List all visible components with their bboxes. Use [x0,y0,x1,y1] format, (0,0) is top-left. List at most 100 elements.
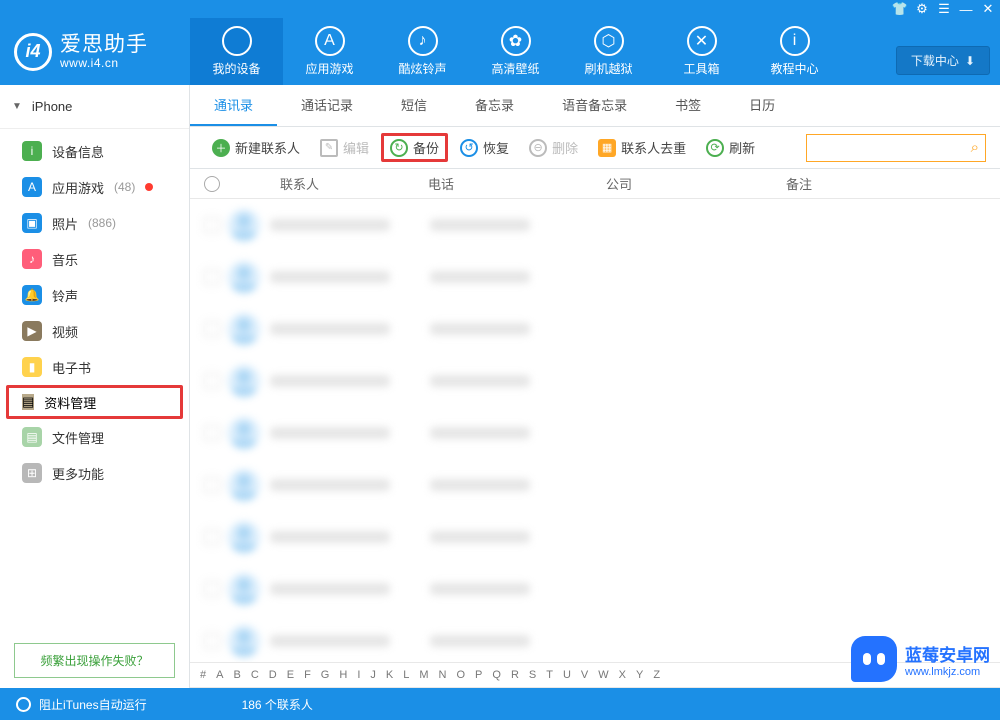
alpha-letter[interactable]: B [233,669,240,681]
alpha-letter[interactable]: I [357,669,360,681]
row-checkbox[interactable] [204,581,220,597]
tab[interactable]: 语音备忘录 [538,85,651,126]
delete-button[interactable]: ⊖ 删除 [521,134,586,161]
row-checkbox[interactable] [204,217,220,233]
nav-item[interactable]: 我的设备 [190,18,283,85]
alpha-letter[interactable]: J [370,669,376,681]
alpha-letter[interactable]: P [475,669,482,681]
table-row[interactable] [190,563,1000,615]
tab[interactable]: 书签 [651,85,725,126]
alpha-letter[interactable]: V [581,669,588,681]
new-contact-button[interactable]: ＋ 新建联系人 [204,134,308,161]
alpha-letter[interactable]: H [339,669,347,681]
nav-icon: ✕ [687,26,717,56]
alpha-letter[interactable]: O [456,669,465,681]
alpha-letter[interactable]: K [386,669,393,681]
sidebar-item[interactable]: ▤文件管理 [0,419,189,455]
tab[interactable]: 日历 [725,85,799,126]
tab[interactable]: 备忘录 [451,85,538,126]
download-center-button[interactable]: 下载中心 ⬇ [896,46,990,75]
nav-item[interactable]: ✿高清壁纸 [469,18,562,85]
nav-label: 我的设备 [212,60,260,77]
contact-list [190,199,1000,662]
table-row[interactable] [190,407,1000,459]
alpha-letter[interactable]: E [287,669,294,681]
row-checkbox[interactable] [204,425,220,441]
search-icon[interactable]: ⌕ [971,139,979,156]
dedup-button[interactable]: ▦ 联系人去重 [590,134,694,161]
backup-button[interactable]: ↻ 备份 [390,138,439,157]
alpha-letter[interactable]: Q [492,669,501,681]
sidebar-item[interactable]: 🔔铃声 [0,277,189,313]
alpha-letter[interactable]: X [619,669,626,681]
sidebar-item[interactable]: ▮电子书 [0,349,189,385]
theme-icon[interactable]: 👕 [892,1,908,17]
sidebar-label: 资料管理 [44,393,96,412]
alpha-letter[interactable]: G [321,669,330,681]
alpha-letter[interactable]: L [403,669,409,681]
status-itunes-label: 阻止iTunes自动运行 [39,696,147,713]
sidebar-item[interactable]: A应用游戏(48) [0,169,189,205]
edit-button[interactable]: ✎ 编辑 [312,134,377,161]
tab[interactable]: 短信 [377,85,451,126]
refresh-button[interactable]: ⟳ 刷新 [698,134,763,161]
row-checkbox[interactable] [204,477,220,493]
col-company[interactable]: 公司 [606,174,786,193]
alpha-letter[interactable]: R [511,669,519,681]
close-icon[interactable]: ✕ [980,1,996,17]
alpha-letter[interactable]: M [419,669,428,681]
nav-item[interactable]: ⬡刷机越狱 [562,18,655,85]
table-row[interactable] [190,511,1000,563]
nav-item[interactable]: ✕工具箱 [655,18,748,85]
table-row[interactable] [190,355,1000,407]
alpha-letter[interactable]: # [200,669,206,681]
alpha-letter[interactable]: Z [653,669,660,681]
nav-item[interactable]: i教程中心 [748,18,841,85]
troubleshoot-link[interactable]: 频繁出现操作失败？ [14,643,175,678]
nav-item[interactable]: ♪酷炫铃声 [376,18,469,85]
alpha-letter[interactable]: Y [636,669,643,681]
table-row[interactable] [190,459,1000,511]
alpha-letter[interactable]: A [216,669,223,681]
row-checkbox[interactable] [204,633,220,649]
table-row[interactable] [190,251,1000,303]
sidebar-item[interactable]: ▤资料管理 [6,385,183,419]
sidebar-item[interactable]: ♪音乐 [0,241,189,277]
backup-icon: ↻ [390,139,408,157]
sidebar-item[interactable]: ⊞更多功能 [0,455,189,491]
gear-icon[interactable]: ⚙ [914,1,930,17]
alpha-letter[interactable]: W [598,669,608,681]
col-phone[interactable]: 电话 [428,174,606,193]
search-input[interactable] [813,141,971,155]
alpha-letter[interactable]: U [563,669,571,681]
status-left[interactable]: 阻止iTunes自动运行 [16,696,147,713]
contact-name [270,271,390,283]
sidebar-item[interactable]: i设备信息 [0,133,189,169]
alpha-letter[interactable]: T [546,669,553,681]
table-row[interactable] [190,199,1000,251]
select-all-checkbox[interactable] [204,176,220,192]
tab[interactable]: 通讯录 [190,85,277,126]
restore-button[interactable]: ↺ 恢复 [452,134,517,161]
tab[interactable]: 通话记录 [277,85,377,126]
row-checkbox[interactable] [204,373,220,389]
row-checkbox[interactable] [204,321,220,337]
alpha-letter[interactable]: N [439,669,447,681]
search-box[interactable]: ⌕ [806,134,986,162]
alpha-letter[interactable]: D [269,669,277,681]
download-center-label: 下载中心 [911,52,959,69]
sidebar-item[interactable]: ▣照片(886) [0,205,189,241]
col-note[interactable]: 备注 [786,174,1000,193]
row-checkbox[interactable] [204,269,220,285]
nav-item[interactable]: A应用游戏 [283,18,376,85]
col-contact[interactable]: 联系人 [234,174,428,193]
alpha-letter[interactable]: S [529,669,536,681]
sidebar-item[interactable]: ▶视频 [0,313,189,349]
row-checkbox[interactable] [204,529,220,545]
minimize-icon[interactable]: — [958,1,974,17]
alpha-letter[interactable]: F [304,669,311,681]
alpha-letter[interactable]: C [251,669,259,681]
table-row[interactable] [190,303,1000,355]
device-selector[interactable]: ▼ iPhone [0,85,189,129]
menu-icon[interactable]: ☰ [936,1,952,17]
